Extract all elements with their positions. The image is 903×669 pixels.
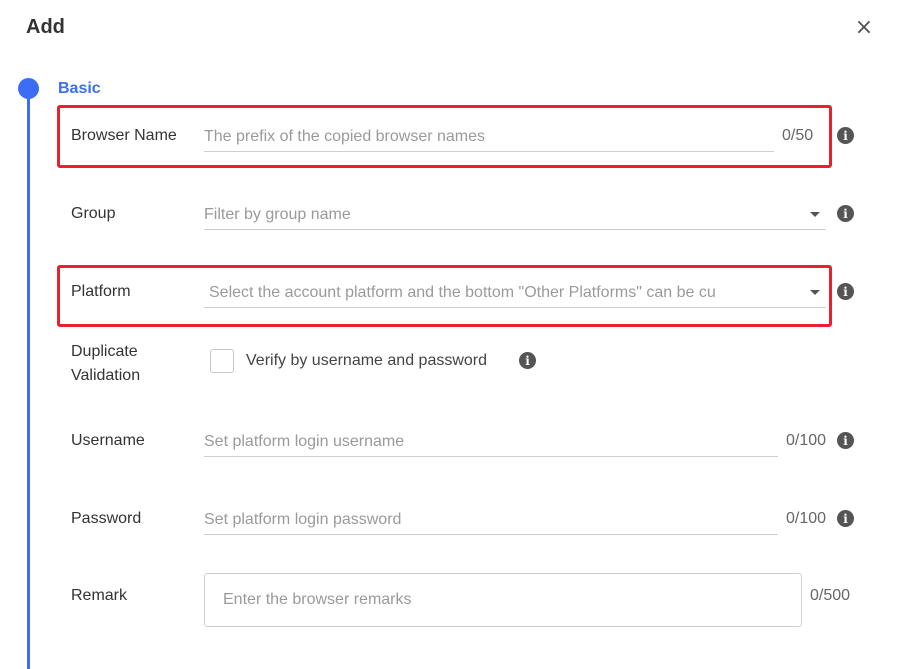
browser-name-field[interactable] bbox=[204, 122, 774, 152]
password-field[interactable] bbox=[204, 505, 778, 535]
username-label: Username bbox=[71, 432, 145, 449]
password-label: Password bbox=[71, 510, 142, 527]
remark-input[interactable] bbox=[221, 590, 785, 610]
username-field[interactable] bbox=[204, 427, 778, 457]
timeline-line bbox=[27, 95, 30, 669]
platform-label: Platform bbox=[71, 283, 131, 300]
verify-checkbox[interactable] bbox=[210, 349, 234, 373]
duplicate-validation-label-line1: Duplicate bbox=[71, 343, 138, 360]
section-label-basic: Basic bbox=[58, 80, 101, 97]
info-circle-icon[interactable]: i bbox=[837, 432, 854, 449]
info-circle-icon[interactable]: i bbox=[519, 352, 536, 369]
duplicate-validation-label: Duplicate Validation bbox=[71, 340, 140, 388]
info-circle-icon[interactable]: i bbox=[837, 205, 854, 222]
platform-input[interactable] bbox=[209, 283, 799, 302]
username-counter: 0/100 bbox=[786, 432, 827, 449]
group-label: Group bbox=[71, 205, 116, 222]
info-circle-icon[interactable]: i bbox=[837, 283, 854, 300]
password-counter: 0/100 bbox=[786, 510, 827, 527]
browser-name-input[interactable] bbox=[204, 127, 774, 146]
platform-select[interactable] bbox=[204, 278, 826, 308]
username-input[interactable] bbox=[204, 432, 778, 451]
caret-down-icon[interactable] bbox=[810, 212, 820, 217]
verify-checkbox-label[interactable]: Verify by username and password bbox=[246, 352, 487, 370]
info-circle-icon[interactable]: i bbox=[837, 127, 854, 144]
browser-name-counter: 0/50 bbox=[782, 127, 814, 144]
info-circle-icon[interactable]: i bbox=[837, 510, 854, 527]
browser-name-label: Browser Name bbox=[71, 127, 177, 144]
timeline-step-dot bbox=[18, 78, 39, 99]
password-input[interactable] bbox=[204, 510, 778, 529]
remark-textarea[interactable] bbox=[204, 573, 802, 627]
group-select[interactable] bbox=[204, 200, 826, 230]
group-input[interactable] bbox=[204, 205, 826, 224]
remark-counter: 0/500 bbox=[810, 587, 851, 604]
close-icon[interactable]: × bbox=[852, 16, 876, 40]
caret-down-icon[interactable] bbox=[810, 290, 820, 295]
remark-label: Remark bbox=[71, 587, 128, 604]
dialog-title: Add bbox=[26, 16, 65, 38]
duplicate-validation-label-line2: Validation bbox=[71, 367, 141, 384]
